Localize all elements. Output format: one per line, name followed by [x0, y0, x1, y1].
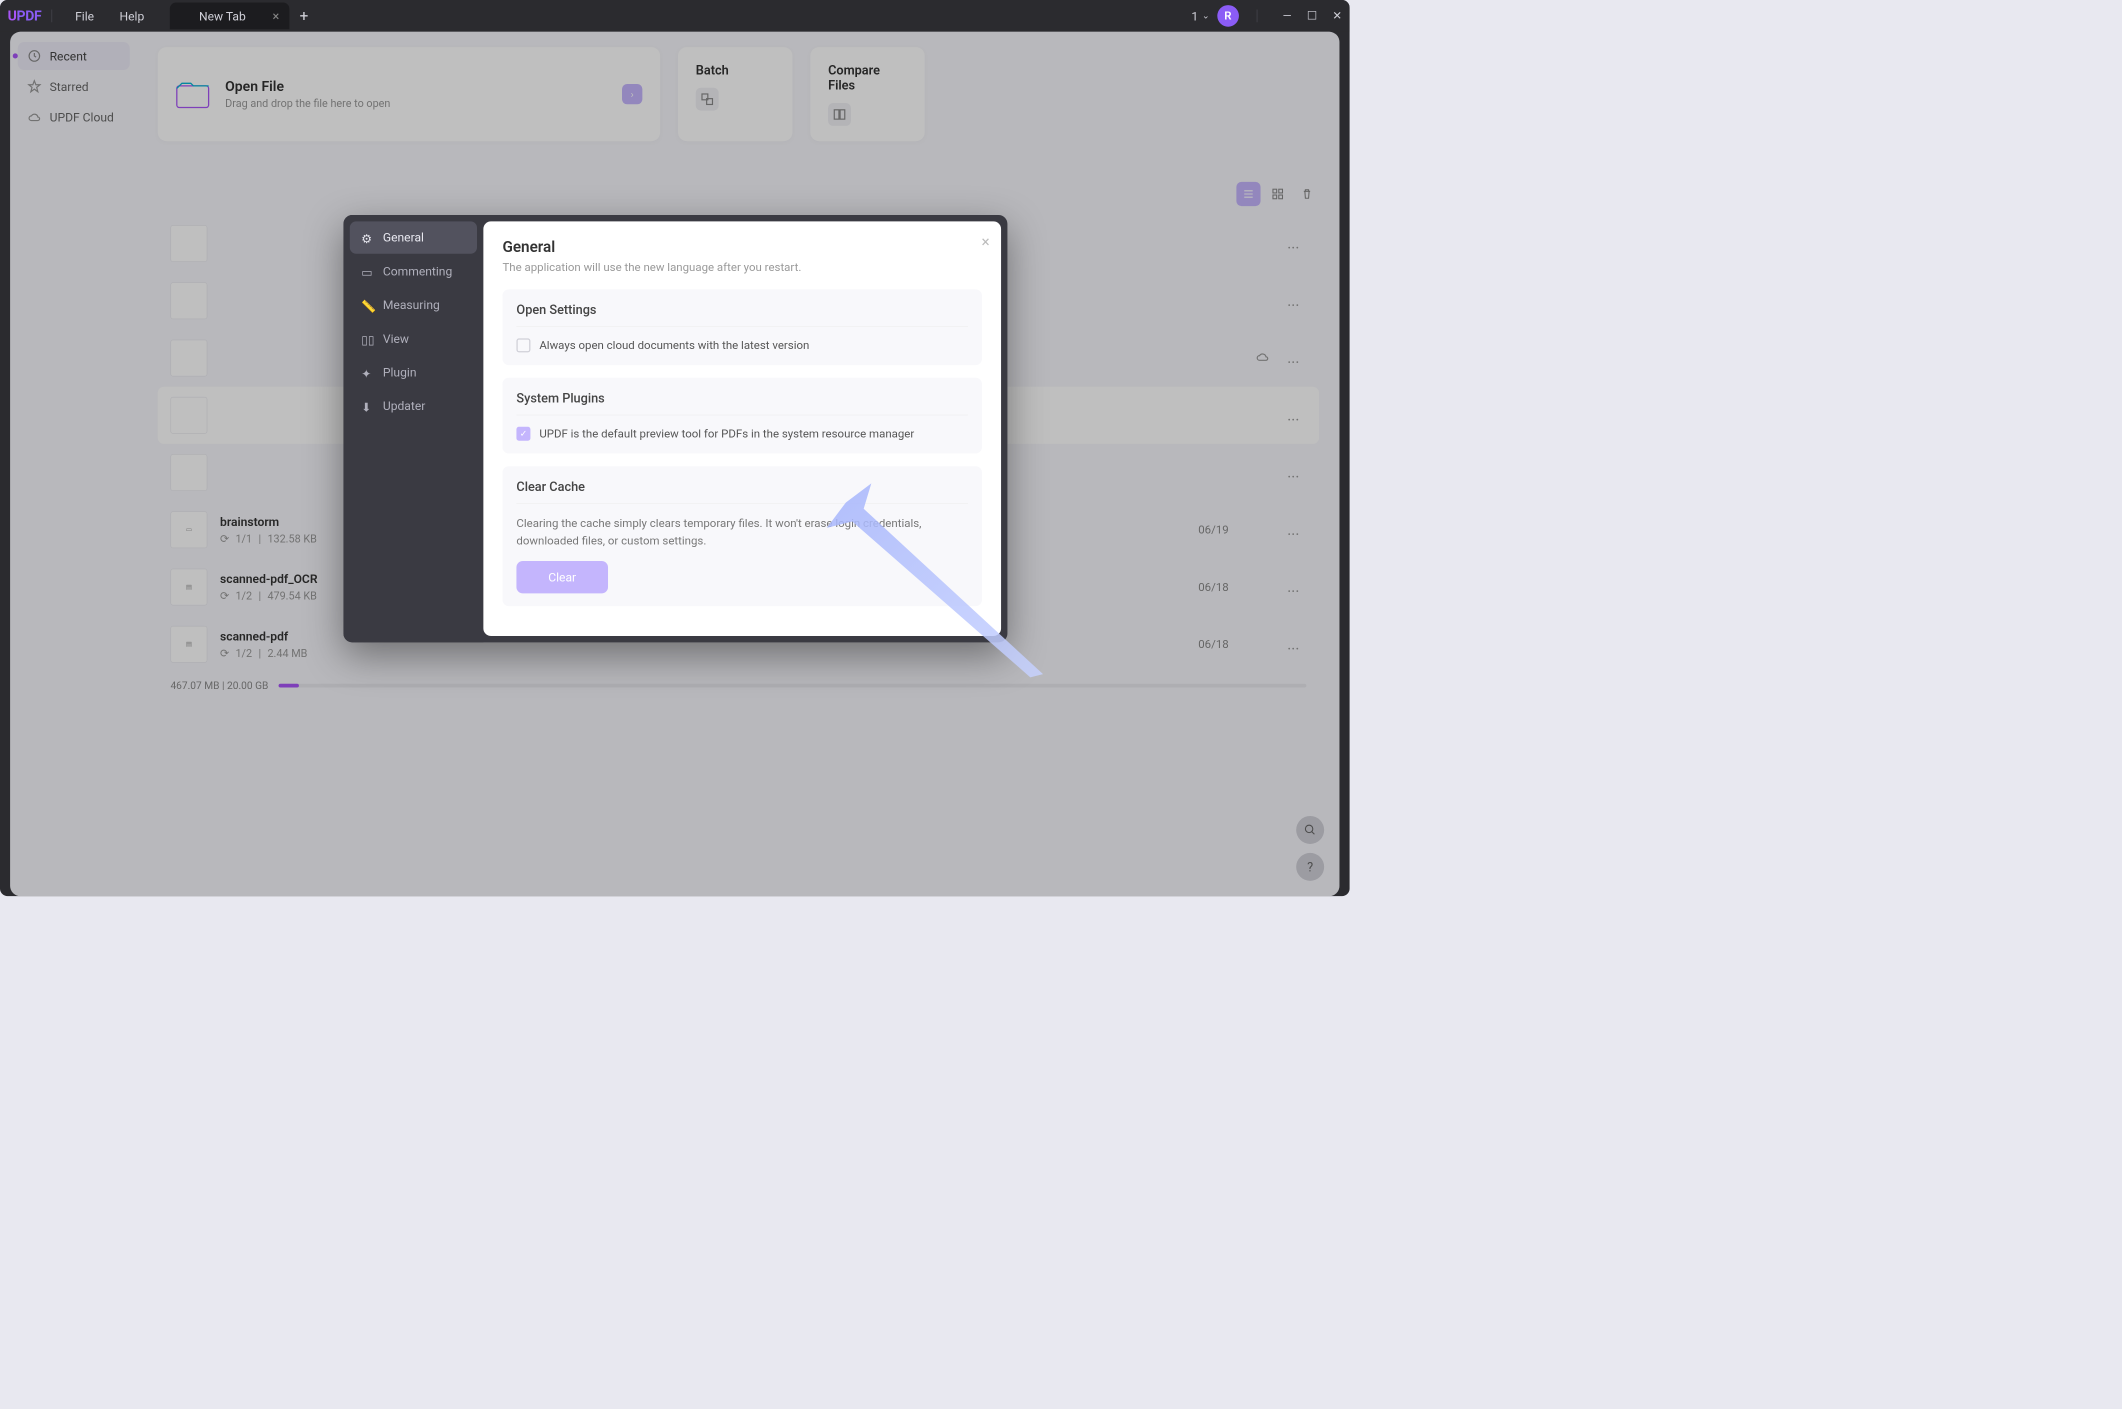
gear-icon: ⚙	[361, 231, 374, 244]
app-window: UUPDFPDF File Help New Tab × + 1 ⌄ R — ☐…	[0, 0, 1350, 896]
comment-icon: ▭	[361, 265, 374, 278]
modal-tab-measuring[interactable]: 📏 Measuring	[350, 289, 477, 321]
checkbox-row[interactable]: ✓ UPDF is the default preview tool for P…	[516, 427, 968, 441]
tab-title: New Tab	[180, 9, 265, 24]
menu-file[interactable]: File	[62, 9, 106, 24]
modal-tab-updater[interactable]: ⬇ Updater	[350, 390, 477, 422]
checkbox-row[interactable]: Always open cloud documents with the lat…	[516, 338, 968, 352]
checkbox[interactable]	[516, 338, 530, 352]
modal-tab-label: Updater	[383, 399, 425, 414]
modal-tab-general[interactable]: ⚙ General	[350, 221, 477, 253]
checkbox-checked[interactable]: ✓	[516, 427, 530, 441]
maximize-button[interactable]: ☐	[1307, 9, 1317, 22]
language-note: The application will use the new languag…	[502, 261, 982, 274]
tab-new[interactable]: New Tab ×	[170, 3, 290, 30]
divider	[1257, 10, 1258, 23]
plugin-icon: ✦	[361, 366, 374, 379]
settings-modal: ⚙ General ▭ Commenting 📏 Measuring ▯▯ Vi…	[343, 215, 1007, 642]
new-tab-button[interactable]: +	[300, 7, 309, 25]
clear-cache-section: Clear Cache Clearing the cache simply cl…	[502, 466, 982, 606]
download-icon: ⬇	[361, 400, 374, 413]
modal-tab-plugin[interactable]: ✦ Plugin	[350, 356, 477, 388]
modal-tab-label: Plugin	[383, 365, 417, 380]
modal-tab-label: Measuring	[383, 298, 440, 313]
checkbox-label: Always open cloud documents with the lat…	[539, 339, 809, 352]
window-controls: — ☐ ✕	[1283, 9, 1342, 22]
close-icon[interactable]: ×	[272, 8, 279, 23]
titlebar: UUPDFPDF File Help New Tab × + 1 ⌄ R — ☐…	[0, 0, 1350, 32]
section-title: System Plugins	[516, 391, 968, 416]
logo: UUPDFPDF	[8, 8, 42, 24]
modal-sidebar: ⚙ General ▭ Commenting 📏 Measuring ▯▯ Vi…	[343, 215, 483, 642]
section-title: Open Settings	[516, 302, 968, 327]
modal-tab-view[interactable]: ▯▯ View	[350, 322, 477, 354]
view-icon: ▯▯	[361, 332, 374, 345]
clear-button[interactable]: Clear	[516, 561, 607, 593]
cache-description: Clearing the cache simply clears tempora…	[516, 515, 968, 549]
ruler-icon: 📏	[361, 299, 374, 312]
modal-content: × General The application will use the n…	[483, 221, 1001, 636]
modal-tab-label: Commenting	[383, 264, 452, 279]
open-settings-section: Open Settings Always open cloud document…	[502, 289, 982, 365]
modal-tab-label: View	[383, 331, 409, 346]
modal-tab-commenting[interactable]: ▭ Commenting	[350, 255, 477, 287]
menu-help[interactable]: Help	[107, 9, 157, 24]
avatar[interactable]: R	[1217, 5, 1239, 27]
system-plugins-section: System Plugins ✓ UPDF is the default pre…	[502, 378, 982, 454]
close-icon[interactable]: ×	[981, 233, 989, 251]
modal-title: General	[502, 238, 982, 256]
modal-tab-label: General	[383, 230, 424, 245]
section-title: Clear Cache	[516, 479, 968, 504]
notification-counter[interactable]: 1 ⌄	[1191, 9, 1209, 24]
divider	[52, 10, 53, 23]
checkbox-label: UPDF is the default preview tool for PDF…	[539, 427, 914, 440]
close-button[interactable]: ✕	[1332, 9, 1342, 22]
minimize-button[interactable]: —	[1283, 9, 1292, 22]
